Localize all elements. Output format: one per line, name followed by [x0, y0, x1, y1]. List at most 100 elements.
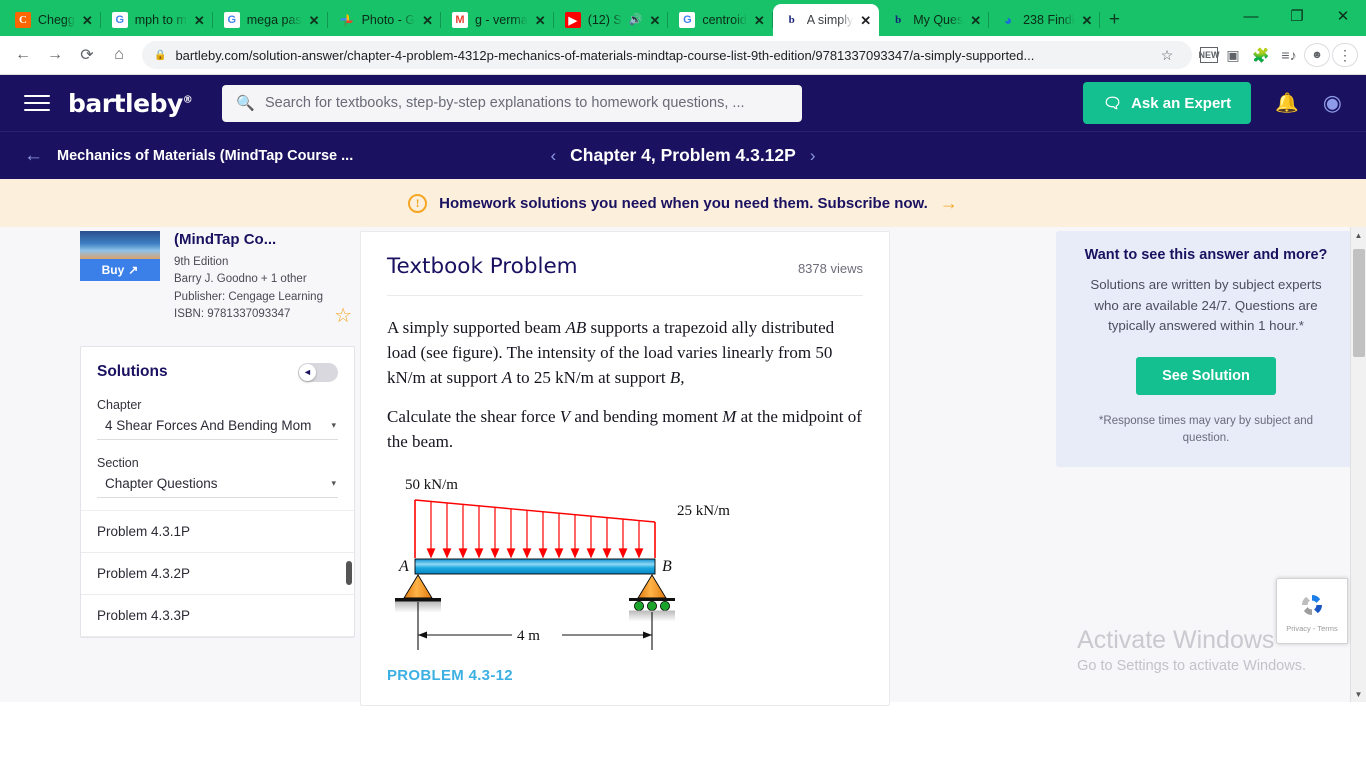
tab-mute-icon[interactable]: 🔊 [629, 14, 643, 26]
new-badge-icon[interactable]: NEW [1199, 47, 1220, 63]
tab-close-icon[interactable]: ✕ [1082, 14, 1093, 27]
recaptcha-terms[interactable]: Privacy - Terms [1286, 624, 1338, 633]
search-input[interactable] [264, 95, 789, 111]
star-outline-icon[interactable]: ☆ [334, 303, 352, 328]
list-item[interactable]: Problem 4.3.3P [81, 595, 354, 637]
chegg-icon: C [15, 12, 31, 28]
url-text: bartleby.com/solution-answer/chapter-4-p… [175, 47, 1035, 63]
user-account-icon[interactable]: ◉ [1323, 90, 1342, 116]
buy-label: Buy [101, 263, 125, 277]
scrollbar-thumb[interactable] [1353, 249, 1365, 357]
list-item[interactable]: Problem 4.3.1P [81, 511, 354, 553]
subscribe-promo-banner[interactable]: ! Homework solutions you need when you n… [0, 179, 1366, 227]
load-left-label: 50 kN/m [405, 477, 458, 493]
extensions-puzzle-icon[interactable]: 🧩 [1248, 42, 1274, 68]
tab-close-icon[interactable]: ✕ [422, 14, 433, 27]
hamburger-menu-icon[interactable] [24, 95, 50, 111]
bartleby-logo[interactable]: bartleby® [68, 88, 193, 118]
screenshot-camera-icon[interactable]: ▣ [1220, 42, 1246, 68]
section-select[interactable]: Chapter Questions ▾ [97, 470, 338, 498]
browser-tab-photo[interactable]: Photo - G ✕ [328, 4, 442, 36]
page-viewport: bartleby® 🔍 🗨 Ask an Expert 🔔 ◉ ← Mechan… [0, 75, 1366, 768]
book-thumbnail[interactable]: Buy ↗ [80, 231, 160, 324]
text-segment: to 25 kN/m at support [512, 367, 670, 387]
search-bar[interactable]: 🔍 [222, 84, 803, 122]
chevron-down-icon: ▾ [331, 419, 336, 430]
google-icon: G [111, 12, 128, 28]
browser-tab-gmail[interactable]: M g - verma ✕ [441, 4, 554, 36]
chrome-menu-icon[interactable]: ⋮ [1332, 43, 1358, 67]
see-solution-button[interactable]: See Solution [1136, 356, 1276, 395]
tab-close-icon[interactable]: ✕ [82, 14, 93, 27]
browser-tab-strip: C Chegg ✕ G mph to m ✕ G mega pas ✕ Phot… [0, 0, 1366, 36]
solutions-list-scrollbar[interactable] [346, 560, 352, 585]
browser-tab-a-simply-active[interactable]: b A simply ✕ [772, 4, 880, 36]
window-maximize-button[interactable]: ❐ [1274, 0, 1320, 32]
arrow-right-icon[interactable]: → [940, 193, 958, 214]
solutions-panel-header: Solutions ◄ Chapter 4 Shear Forces And B… [81, 347, 354, 510]
bartleby-icon: b [788, 14, 795, 26]
chat-icon: 🗨 [1103, 95, 1123, 112]
browser-tab-youtube[interactable]: ▶ (12) S 🔊 ✕ [554, 4, 669, 36]
pin-support [403, 574, 433, 599]
section-value: Chapter Questions [105, 475, 218, 491]
tab-close-icon[interactable]: ✕ [970, 14, 981, 27]
youtube-icon: ▶ [564, 12, 581, 28]
window-minimize-button[interactable]: — [1228, 0, 1274, 32]
search-icon: 🔍 [236, 95, 255, 112]
tab-label: Chegg [38, 13, 75, 27]
google-icon: G [223, 12, 240, 28]
variable-a: A [501, 367, 513, 387]
tab-close-icon[interactable]: ✕ [194, 14, 205, 27]
variable-b: B, [669, 367, 685, 387]
logo-text: bartleby [68, 88, 183, 118]
left-sidebar: Buy ↗ (MindTap Co... 9th Edition Barry J… [0, 227, 360, 702]
browser-tab-centroid[interactable]: G centroid ✕ [668, 4, 774, 36]
profile-icon[interactable]: ☻ [1304, 43, 1330, 67]
ask-an-expert-button[interactable]: 🗨 Ask an Expert [1083, 82, 1252, 124]
tab-label: (12) S [587, 13, 622, 27]
browser-tab-chegg[interactable]: C Chegg ✕ [4, 4, 101, 36]
window-close-button[interactable]: ✕ [1320, 0, 1366, 32]
book-title-breadcrumb[interactable]: Mechanics of Materials (MindTap Course .… [57, 148, 353, 164]
tab-close-icon[interactable]: ✕ [535, 14, 546, 27]
page-scrollbar[interactable]: ▲ ▼ [1350, 227, 1366, 702]
browser-tab-mega-pas[interactable]: G mega pas ✕ [213, 4, 328, 36]
browser-tab-238-findi[interactable]: ◕ 238 Findi ✕ [989, 4, 1101, 36]
chevron-down-icon: ▾ [331, 477, 336, 488]
back-arrow-icon[interactable]: ← [24, 145, 43, 167]
previous-problem-icon[interactable]: ‹ [551, 146, 557, 166]
view-count: 8378 views [797, 261, 863, 276]
bell-icon[interactable]: 🔔 [1275, 91, 1299, 115]
home-icon[interactable]: ⌂ [104, 40, 134, 70]
google-icon: G [679, 12, 696, 28]
chapter-label: Chapter [97, 397, 142, 412]
scroll-up-arrow-icon[interactable]: ▲ [1351, 227, 1366, 243]
new-tab-button[interactable]: + [1100, 6, 1128, 34]
book-cover-image [80, 231, 160, 259]
list-item[interactable]: Problem 4.3.2P [81, 553, 354, 595]
tab-close-icon[interactable]: ✕ [309, 14, 320, 27]
tab-close-icon[interactable]: ✕ [860, 14, 871, 27]
chapter-select[interactable]: 4 Shear Forces And Bending Mom ▾ [97, 412, 338, 440]
reading-list-icon[interactable]: ≡♪ [1276, 42, 1302, 68]
browser-tab-mph-to-m[interactable]: G mph to m ✕ [101, 4, 213, 36]
section-label: Section [97, 455, 139, 470]
tab-close-icon[interactable]: ✕ [754, 14, 765, 27]
promo-text: Homework solutions you need when you nee… [439, 194, 928, 212]
buy-button[interactable]: Buy ↗ [80, 259, 160, 281]
address-bar[interactable]: 🔒 bartleby.com/solution-answer/chapter-4… [142, 41, 1192, 69]
card-header: Textbook Problem 8378 views [387, 232, 863, 296]
forward-icon[interactable]: → [40, 40, 70, 70]
reload-icon[interactable]: ⟳ [72, 40, 102, 70]
sub-header: ← Mechanics of Materials (MindTap Course… [0, 131, 1366, 179]
tab-close-icon[interactable]: ✕ [649, 14, 660, 27]
back-icon[interactable]: ← [8, 40, 38, 70]
gmail-icon: M [451, 12, 468, 28]
browser-tab-my-questions[interactable]: b My Ques ✕ [879, 4, 990, 36]
recaptcha-badge[interactable]: Privacy - Terms [1276, 578, 1348, 644]
solutions-toggle[interactable]: ◄ [298, 362, 338, 382]
next-problem-icon[interactable]: › [810, 146, 816, 166]
scroll-down-arrow-icon[interactable]: ▼ [1351, 686, 1366, 702]
bookmark-star-icon[interactable]: ☆ [1154, 42, 1180, 68]
